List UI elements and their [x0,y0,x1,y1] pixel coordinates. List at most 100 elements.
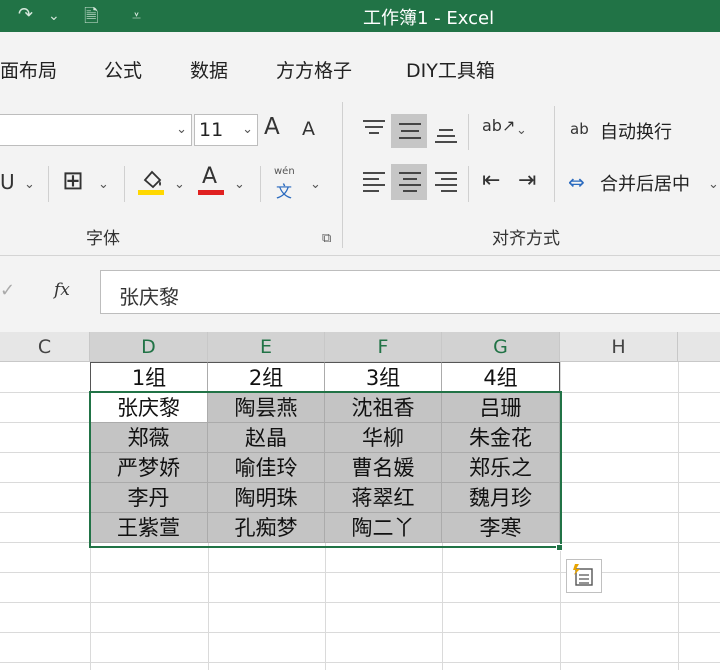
column-header-c[interactable]: C [0,332,90,362]
align-right-icon[interactable] [432,168,460,200]
redo-dropdown-icon[interactable]: ⌄ [48,8,60,24]
decrease-indent-icon[interactable]: ⇤ [482,170,500,192]
column-header-d[interactable]: D [90,332,208,362]
worksheet-grid: C D E F G H 1组 2组 3组 4组 张庆黎 陶昙燕 沈祖香 吕珊 郑… [0,332,720,670]
chevron-down-icon[interactable]: ⌄ [174,178,185,191]
align-top-icon[interactable] [360,116,388,148]
fill-color-button[interactable] [138,166,166,198]
name-cell-active[interactable]: 张庆黎 [90,393,208,423]
customize-toolbar-icon[interactable]: ⩡ [132,6,141,26]
group-header-cell[interactable]: 1组 [90,362,208,392]
name-cell[interactable]: 李寒 [442,513,560,543]
align-center-icon[interactable] [396,168,424,200]
divider [468,114,469,150]
column-header-e[interactable]: E [208,332,325,362]
quick-analysis-button[interactable] [566,559,602,593]
name-cell[interactable]: 华柳 [325,423,442,453]
phonetic-guide-button[interactable]: wén 文 [272,166,302,201]
name-cell[interactable]: 李丹 [90,483,208,513]
wrap-text-icon: ab [570,120,589,138]
column-header-f[interactable]: F [325,332,442,362]
shrink-font-icon[interactable]: A [302,120,315,139]
alignment-group-label: 对齐方式 [492,229,560,249]
tab-fangfang-gezi[interactable]: 方方格子 [276,56,352,83]
tab-page-layout[interactable]: 面布局 [0,56,57,83]
quick-analysis-icon [573,564,593,586]
group-header-cell[interactable]: 2组 [208,362,325,392]
enter-check-icon[interactable]: ✓ [0,280,15,301]
group-divider [342,102,343,248]
borders-icon[interactable]: ⊞ [62,168,84,194]
font-color-swatch [198,190,224,195]
name-cell[interactable]: 沈祖香 [325,393,442,423]
gridline [0,632,720,633]
formula-bar: ✓ fx 张庆黎 [0,256,720,332]
name-cell[interactable]: 吕珊 [442,393,560,423]
font-group-label: 字体 [86,229,120,249]
increase-indent-icon[interactable]: ⇥ [518,170,536,192]
name-cell[interactable]: 曹名媛 [325,453,442,483]
column-header-g[interactable]: G [442,332,560,362]
name-cell[interactable]: 孔痴梦 [208,513,325,543]
gridline [678,362,679,670]
merge-center-label: 合并后居中 [600,174,690,195]
column-header-h[interactable]: H [560,332,678,362]
window-title: 工作簿1 - Excel [363,8,495,29]
font-size-select[interactable]: 11 ⌄ [194,114,258,146]
tab-data[interactable]: 数据 [190,56,228,83]
redo-icon[interactable]: ↷ [18,4,33,25]
column-header-next[interactable] [678,332,720,362]
chevron-down-icon[interactable]: ⌄ [310,178,321,191]
dialog-launcher-icon[interactable]: ⧉ [322,232,331,245]
font-size-value: 11 [199,119,224,141]
save-as-icon[interactable]: 🗎 [84,4,98,34]
phonetic-top: wén [274,166,295,177]
chevron-down-icon[interactable]: ⌄ [98,178,109,191]
grow-font-icon[interactable]: A [264,116,280,139]
font-color-letter: A [202,164,218,189]
underline-icon[interactable]: U [0,172,15,192]
group-header-cell[interactable]: 4组 [442,362,560,392]
fill-color-swatch [138,190,164,195]
name-cell[interactable]: 陶明珠 [208,483,325,513]
phonetic-icon: 文 [276,182,293,201]
name-cell[interactable]: 魏月珍 [442,483,560,513]
gridline [0,662,720,663]
chevron-down-icon: ⌄ [242,122,253,137]
gridline [0,602,720,603]
chevron-down-icon[interactable]: ⌄ [24,178,35,191]
name-cell[interactable]: 朱金花 [442,423,560,453]
align-left-icon[interactable] [360,168,388,200]
gridline [0,572,720,573]
gridline [560,362,561,670]
group-header-cell[interactable]: 3组 [325,362,442,392]
divider [48,166,49,202]
insert-function-icon[interactable]: fx [54,280,70,300]
name-cell[interactable]: 郑乐之 [442,453,560,483]
ribbon: ⌄ 11 ⌄ A A U ⌄ ⊞ ⌄ ⌄ A ⌄ wén 文 ⌄ 字体 ⧉ ab… [0,96,720,256]
name-cell[interactable]: 陶昙燕 [208,393,325,423]
chevron-down-icon[interactable]: ⌄ [234,178,245,191]
name-cell[interactable]: 陶二丫 [325,513,442,543]
name-cell[interactable]: 王紫萱 [90,513,208,543]
chevron-down-icon[interactable]: ⌄ [708,178,719,191]
name-cell[interactable]: 喻佳玲 [208,453,325,483]
font-name-select[interactable]: ⌄ [0,114,192,146]
align-middle-icon[interactable] [396,118,424,150]
tab-diy-toolbox[interactable]: DIY工具箱 [406,56,495,83]
chevron-down-icon[interactable]: ⌄ [516,124,527,137]
font-color-button[interactable]: A [198,164,226,198]
name-cell[interactable]: 赵晶 [208,423,325,453]
tab-formulas[interactable]: 公式 [104,56,142,83]
formula-input[interactable]: 张庆黎 [100,270,720,314]
divider [124,166,125,202]
orientation-icon[interactable]: ab↗ [482,116,515,135]
name-cell[interactable]: 严梦娇 [90,453,208,483]
formula-value: 张庆黎 [119,285,179,309]
divider [468,166,469,202]
align-bottom-icon[interactable] [432,120,460,152]
name-cell[interactable]: 郑薇 [90,423,208,453]
fill-handle[interactable] [556,544,563,551]
wrap-text-label: 自动换行 [600,122,672,143]
name-cell[interactable]: 蒋翠红 [325,483,442,513]
